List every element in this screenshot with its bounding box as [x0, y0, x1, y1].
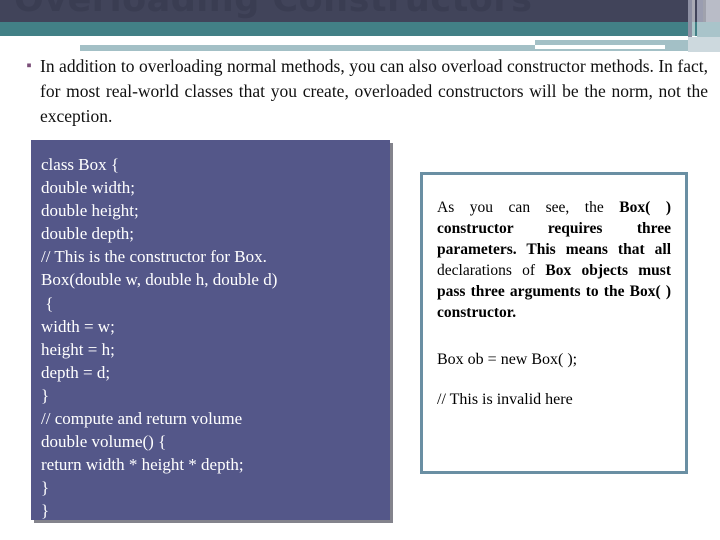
- code-sample-text: class Box { double width; double height;…: [41, 155, 278, 520]
- explanation-paragraph: As you can see, the Box( ) constructor r…: [437, 197, 671, 323]
- bullet-item-text: In addition to overloading normal method…: [40, 56, 708, 126]
- page-title: Overloading Constructors: [14, 0, 533, 20]
- header-streak-white-upper: [80, 40, 535, 45]
- explanation-text-plain-1: As you can see, the: [437, 199, 620, 216]
- square-bullet-icon: ▪: [26, 58, 32, 74]
- explanation-box-content: As you can see, the Box( ) constructor r…: [423, 175, 685, 410]
- header-streak-white-lower: [535, 45, 665, 49]
- list-item: ▪ In addition to overloading normal meth…: [18, 54, 708, 129]
- code-sample-box: class Box { double width; double height;…: [31, 140, 390, 520]
- header-stripe-light-lower: [688, 37, 720, 52]
- explanation-text-plain-2: declarations of: [437, 262, 546, 279]
- explanation-spacer-1: [437, 323, 671, 349]
- explanation-box: As you can see, the Box( ) constructor r…: [420, 172, 688, 474]
- explanation-spacer-2: [437, 370, 671, 389]
- explanation-code-line-1: Box ob = new Box( );: [437, 351, 578, 368]
- explanation-code-line-2: // This is invalid here: [437, 391, 573, 408]
- header-stripe-teal-lower: [697, 22, 720, 37]
- bullet-list: ▪ In addition to overloading normal meth…: [18, 54, 708, 129]
